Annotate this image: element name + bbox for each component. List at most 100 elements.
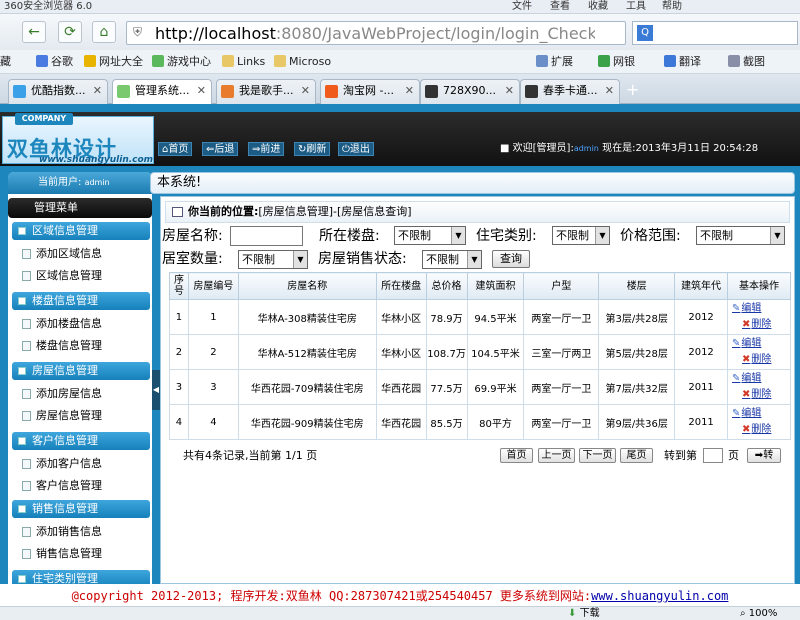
next-page-button[interactable]: 下一页 xyxy=(579,448,616,463)
delete-link[interactable]: 删除 xyxy=(742,422,790,438)
col-building: 所在楼盘 xyxy=(375,272,427,300)
cell-price: 108.7万 xyxy=(425,334,468,370)
delete-link[interactable]: 删除 xyxy=(742,387,790,403)
new-tab-icon[interactable]: + xyxy=(626,80,639,99)
collapse-sidebar-arrow-icon[interactable]: ◀ xyxy=(152,370,160,410)
group-house-type[interactable]: 住宅类别管理 xyxy=(12,570,150,584)
cell-id: 4 xyxy=(187,404,239,440)
col-id: 房屋编号 xyxy=(187,272,239,300)
group-house[interactable]: 房屋信息管理 xyxy=(12,362,150,380)
bookmark-translate[interactable]: 翻译 xyxy=(664,54,701,70)
download-status[interactable]: ⬇ 下载 xyxy=(568,607,600,620)
bank-icon xyxy=(598,55,610,67)
rooms-select[interactable]: 不限制 ▼ xyxy=(238,250,308,269)
sidebar-item-manage-building[interactable]: 楼盘信息管理 xyxy=(22,336,102,356)
table-row: 1 1 华林A-308精装住宅房 华林小区 78.9万 94.5平米 两室一厅一… xyxy=(169,299,791,335)
address-bar[interactable]: ⛨ http://localhost:8080/JavaWebProject/l… xyxy=(126,21,626,45)
sale-status-select[interactable]: 不限制 ▼ xyxy=(422,250,482,269)
edit-link[interactable]: 编辑 xyxy=(732,371,790,387)
bookmark-games[interactable]: 游戏中心 xyxy=(152,54,211,70)
tab-youku[interactable]: 优酷指数... ✕ xyxy=(8,79,108,104)
group-customer[interactable]: 客户信息管理 xyxy=(12,432,150,450)
sidebar-item-add-house[interactable]: 添加房屋信息 xyxy=(22,384,102,404)
tab-admin[interactable]: 管理系统... ✕ xyxy=(112,79,212,105)
cell-actions: 编辑删除 xyxy=(727,334,791,370)
menu-file[interactable]: 文件 xyxy=(512,0,532,13)
tab-bar: 优酷指数... ✕ 管理系统... ✕ 我是歌手... ✕ 淘宝网 -... ✕ 728… xyxy=(0,74,800,105)
col-actions: 基本操作 xyxy=(727,272,791,300)
cell-index: 4 xyxy=(169,404,189,440)
bookmark-extensions[interactable]: 扩展 xyxy=(536,54,573,70)
delete-link[interactable]: 删除 xyxy=(742,352,790,368)
nav-logout[interactable]: ⏻退出 xyxy=(338,142,374,156)
building-select[interactable]: 不限制 ▼ xyxy=(394,226,466,245)
translate-icon xyxy=(664,55,676,67)
zoom-level[interactable]: ⌕ 100% xyxy=(740,607,777,620)
ku-icon xyxy=(221,85,234,98)
group-building[interactable]: 楼盘信息管理 xyxy=(12,292,150,310)
prev-page-button[interactable]: 上一页 xyxy=(538,448,575,463)
bookmark-fav[interactable]: 藏 xyxy=(0,54,11,70)
search-box[interactable]: Q xyxy=(632,21,798,45)
nav-back[interactable]: ⇐后退 xyxy=(202,142,239,156)
table-row: 3 3 华西花园-709精装住宅房 华西花园 77.5万 69.9平米 两室一厅… xyxy=(169,369,791,405)
delete-link[interactable]: 删除 xyxy=(742,317,790,333)
tab-cartoon[interactable]: 春季卡通... ✕ xyxy=(520,79,620,104)
first-page-button[interactable]: 首页 xyxy=(500,448,533,463)
sidebar-item-manage-customer[interactable]: 客户信息管理 xyxy=(22,476,102,496)
nav-forward[interactable]: ⇒前进 xyxy=(248,142,285,156)
menu-favorites[interactable]: 收藏 xyxy=(588,0,608,13)
refresh-icon[interactable]: ⟳ xyxy=(58,21,82,43)
menu-tools[interactable]: 工具 xyxy=(626,0,646,13)
sidebar-item-manage-sales[interactable]: 销售信息管理 xyxy=(22,544,102,564)
home-icon[interactable]: ⌂ xyxy=(92,21,116,43)
sidebar-item-add-customer[interactable]: 添加客户信息 xyxy=(22,454,102,474)
page-icon xyxy=(22,459,31,469)
bookmark-sites[interactable]: 网址大全 xyxy=(84,54,143,70)
sidebar-item-manage-house[interactable]: 房屋信息管理 xyxy=(22,406,102,426)
sale-status-label: 房屋销售状态: xyxy=(318,251,407,267)
bookmark-screenshot[interactable]: 截图 xyxy=(728,54,765,70)
page-icon xyxy=(22,319,31,329)
menu-help[interactable]: 帮助 xyxy=(662,0,682,13)
goto-page-input[interactable] xyxy=(703,448,723,463)
cell-name: 华西花园-709精装住宅房 xyxy=(237,369,377,405)
go-button[interactable]: ➡转 xyxy=(747,448,781,463)
bookmark-microsoft[interactable]: Microso xyxy=(274,54,331,70)
price-select[interactable]: 不限制 ▼ xyxy=(696,226,785,245)
cell-layout: 两室一厅一卫 xyxy=(523,404,600,440)
bookmark-google[interactable]: 谷歌 xyxy=(36,54,73,70)
group-area[interactable]: 区域信息管理 xyxy=(12,222,150,240)
col-year: 建筑年代 xyxy=(674,272,729,300)
house-name-input[interactable] xyxy=(230,226,303,246)
close-icon: ✕ xyxy=(196,84,206,97)
page-icon xyxy=(22,271,31,281)
query-button[interactable]: 查询 xyxy=(492,250,530,268)
sidebar-item-add-building[interactable]: 添加楼盘信息 xyxy=(22,314,102,334)
cell-layout: 两室一厅一卫 xyxy=(523,299,600,335)
footer-link[interactable]: www.shuangyulin.com xyxy=(591,589,728,603)
bookmark-bank[interactable]: 网银 xyxy=(598,54,635,70)
tab-728x90[interactable]: 728X90... ✕ xyxy=(420,79,520,104)
sidebar-item-manage-area[interactable]: 区域信息管理 xyxy=(22,266,102,286)
nav-refresh[interactable]: ↻刷新 xyxy=(294,142,331,156)
last-page-button[interactable]: 尾页 xyxy=(620,448,653,463)
square-icon xyxy=(18,297,26,305)
tab-taobao[interactable]: 淘宝网 -... ✕ xyxy=(320,79,420,104)
tab-singer[interactable]: 我是歌手... ✕ xyxy=(216,79,316,104)
close-icon: ✕ xyxy=(300,84,310,97)
edit-link[interactable]: 编辑 xyxy=(732,301,790,317)
browser-titlebar: 360安全浏览器 6.0 文件 查看 收藏 工具 帮助 xyxy=(0,0,800,14)
group-sales[interactable]: 销售信息管理 xyxy=(12,500,150,518)
nav-home[interactable]: ⌂首页 xyxy=(158,142,193,156)
cell-name: 华林A-308精装住宅房 xyxy=(237,299,377,335)
type-select[interactable]: 不限制 ▼ xyxy=(552,226,610,245)
back-icon[interactable]: ← xyxy=(22,21,46,43)
edit-link[interactable]: 编辑 xyxy=(732,406,790,422)
edit-link[interactable]: 编辑 xyxy=(732,336,790,352)
sidebar-item-add-area[interactable]: 添加区域信息 xyxy=(22,244,102,264)
sidebar-item-add-sales[interactable]: 添加销售信息 xyxy=(22,522,102,542)
menu-view[interactable]: 查看 xyxy=(550,0,570,13)
cell-id: 1 xyxy=(187,299,239,335)
bookmark-links[interactable]: Links xyxy=(222,54,265,70)
